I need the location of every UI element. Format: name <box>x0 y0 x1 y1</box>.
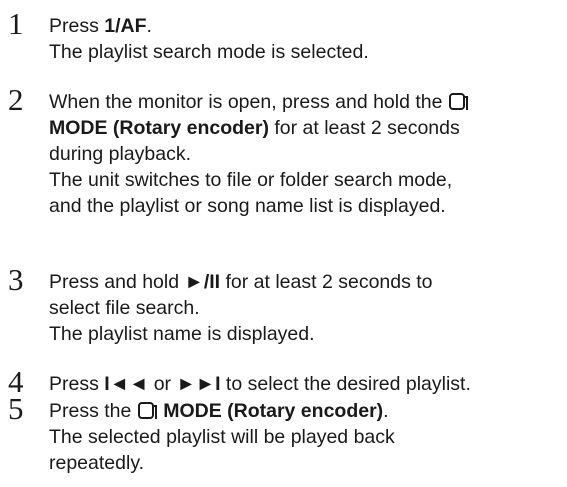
play-pause-icon: ►/II <box>184 271 221 293</box>
instruction-line: MODE (Rotary encoder) for at least 2 sec… <box>49 117 460 139</box>
step-text: Press and hold ►/II for at least 2 secon… <box>49 269 561 347</box>
button-label-1af: 1/AF <box>104 15 147 37</box>
instruction-line: select file search. <box>49 297 200 319</box>
instruction-line: Press the MODE (Rotary encoder). <box>49 400 389 422</box>
step-text: Press I◄◄ or ►►I to select the desired p… <box>49 371 561 397</box>
instruction-line: Press and hold ►/II for at least 2 secon… <box>49 271 433 293</box>
step-number: 2 <box>8 82 24 117</box>
button-label-mode: MODE (Rotary encoder) <box>157 400 384 422</box>
instruction-line: When the monitor is open, press and hold… <box>49 89 561 115</box>
step-text: Press the MODE (Rotary encoder). The sel… <box>49 398 561 476</box>
result-line: repeatedly. <box>49 452 145 474</box>
result-line: The selected playlist will be played bac… <box>49 426 395 448</box>
mode-icon <box>137 401 158 420</box>
mode-icon <box>448 92 469 111</box>
result-line: and the playlist or song name list is di… <box>49 195 446 217</box>
next-track-icon: ►►I <box>176 373 221 395</box>
instruction-line: Press I◄◄ or ►►I to select the desired p… <box>49 373 471 395</box>
step-4: 4 Press I◄◄ or ►►I to select the desired… <box>8 365 561 399</box>
result-line: The unit switches to file or folder sear… <box>49 169 453 191</box>
step-number: 3 <box>8 262 24 297</box>
result-line: The playlist search mode is selected. <box>49 41 369 63</box>
result-line: The playlist name is displayed. <box>49 323 315 345</box>
step-1: 1 Press 1/AF. The playlist search mode i… <box>8 7 561 65</box>
step-text: When the monitor is open, press and hold… <box>49 89 561 219</box>
step-text: Press 1/AF. The playlist search mode is … <box>49 13 561 65</box>
instruction-line: during playback. <box>49 143 192 165</box>
instruction-line: Press 1/AF. <box>49 15 152 37</box>
step-3: 3 Press and hold ►/II for at least 2 sec… <box>8 263 561 347</box>
step-2: 2 When the monitor is open, press and ho… <box>8 83 561 219</box>
step-number: 1 <box>8 6 24 41</box>
step-5: 5 Press the MODE (Rotary encoder). The s… <box>8 392 561 476</box>
step-number: 5 <box>8 391 24 426</box>
previous-track-icon: I◄◄ <box>104 373 149 395</box>
button-label-mode: MODE (Rotary encoder) <box>49 117 269 139</box>
